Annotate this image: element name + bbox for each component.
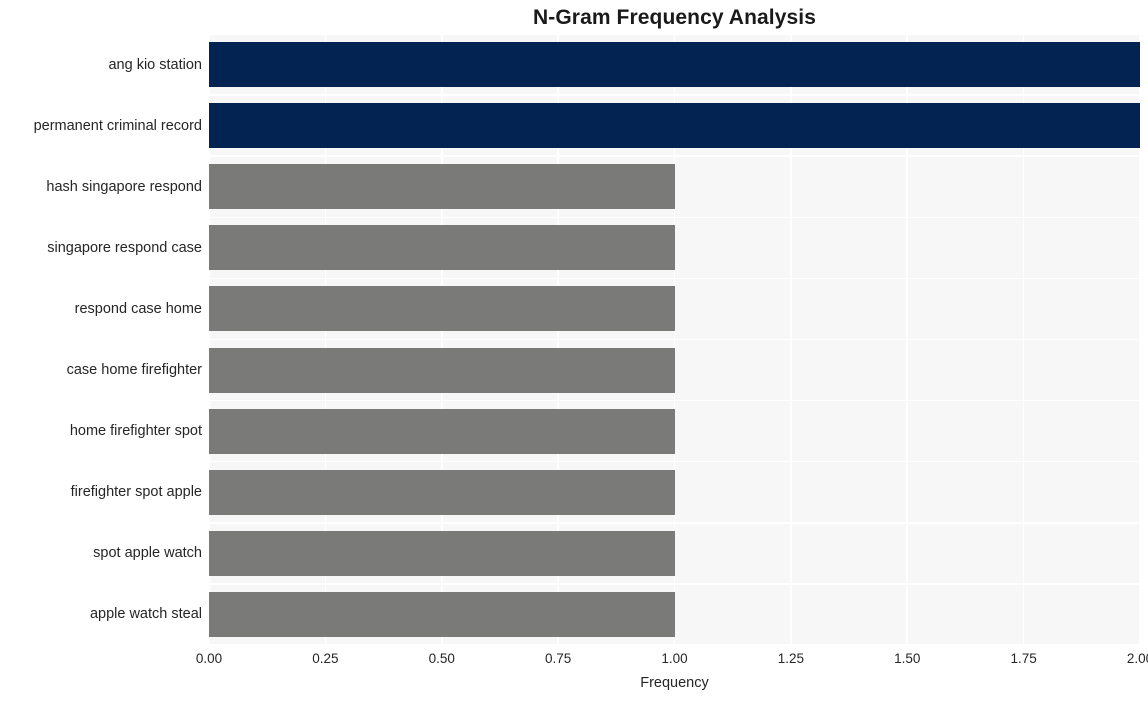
gridline-horizontal — [209, 155, 1140, 157]
y-tick-label: home firefighter spot — [69, 423, 202, 440]
x-tick-label: 0.75 — [544, 651, 572, 666]
gridline-horizontal — [209, 460, 1140, 463]
chart-title: N-Gram Frequency Analysis — [533, 6, 816, 29]
x-axis-tick-labels: 0.00 0.25 0.50 0.75 1.00 1.25 1.50 1.75 2.00 — [196, 650, 1148, 672]
bar[interactable] — [209, 530, 675, 576]
x-tick-label: 1.50 — [894, 651, 921, 666]
y-tick-label: case home firefighter — [66, 362, 202, 379]
y-tick-label: singapore respond case — [47, 239, 202, 256]
bar[interactable] — [209, 225, 675, 271]
bar[interactable] — [209, 347, 675, 393]
bar[interactable] — [209, 42, 1140, 88]
gridline-horizontal — [209, 644, 1140, 645]
gridline-horizontal — [209, 277, 1140, 280]
bar[interactable] — [209, 469, 675, 515]
gridline-horizontal — [209, 34, 1140, 35]
plot-area — [209, 34, 1140, 645]
gridline-horizontal — [209, 94, 1140, 96]
y-tick-label: spot apple watch — [93, 545, 202, 562]
x-tick-label: 0.00 — [195, 651, 223, 666]
x-tick-label: 0.50 — [428, 651, 455, 666]
gridline-horizontal — [209, 522, 1140, 524]
bar[interactable] — [209, 591, 675, 637]
x-tick-label: 1.25 — [777, 651, 805, 666]
y-tick-label: hash singapore respond — [46, 178, 202, 195]
gridline-horizontal — [209, 583, 1140, 585]
gridline-horizontal — [209, 338, 1140, 341]
x-tick-label: 1.00 — [661, 651, 688, 666]
x-tick-label: 0.25 — [312, 651, 339, 666]
y-axis-tick-labels: ang kio station permanent criminal record… — [0, 34, 202, 645]
gridline-horizontal — [209, 399, 1140, 402]
y-tick-label: ang kio station — [108, 56, 202, 73]
chart-figure: N-Gram Frequency Analysis ang kio statio… — [0, 0, 1148, 701]
y-tick-label: firefighter spot apple — [70, 484, 202, 501]
bar[interactable] — [209, 408, 675, 454]
y-tick-label: permanent criminal record — [33, 117, 202, 134]
gridline-horizontal — [209, 216, 1140, 219]
bar[interactable] — [209, 164, 675, 210]
bar[interactable] — [209, 286, 675, 332]
x-axis-title: Frequency — [640, 675, 709, 691]
bar[interactable] — [209, 103, 1140, 149]
x-tick-label: 2.00 — [1126, 651, 1148, 666]
y-tick-label: respond case home — [74, 300, 202, 317]
y-tick-label: apple watch steal — [89, 606, 202, 623]
x-tick-label: 1.75 — [1010, 651, 1037, 666]
